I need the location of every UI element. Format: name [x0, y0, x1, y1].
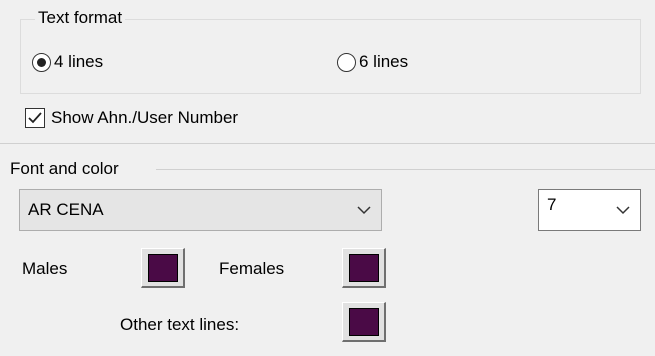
settings-panel: Text format 4 lines 6 lines Show Ahn./Us…: [0, 0, 655, 356]
checkmark-icon: [28, 112, 42, 124]
section-divider: [0, 143, 655, 144]
chevron-down-icon: [357, 206, 371, 215]
font-select[interactable]: AR CENA: [19, 189, 382, 231]
radio-4-lines-label: 4 lines: [54, 52, 104, 71]
font-select-value: AR CENA: [28, 200, 104, 219]
show-number-label: Show Ahn./User Number: [51, 108, 239, 127]
font-color-legend: Font and color: [10, 159, 119, 178]
text-format-legend: Text format: [35, 8, 126, 28]
males-color-swatch: [147, 253, 178, 282]
males-label: Males: [22, 259, 68, 278]
radio-4-lines[interactable]: 4 lines: [32, 52, 103, 72]
females-label: Females: [219, 259, 285, 278]
show-number-checkbox-box[interactable]: [25, 108, 45, 128]
font-color-legend-line: [156, 169, 655, 170]
other-text-label: Other text lines:: [120, 315, 240, 334]
females-color-button[interactable]: [342, 248, 386, 288]
females-color-swatch: [348, 253, 379, 282]
font-size-select[interactable]: 7: [538, 189, 641, 231]
radio-6-lines-label: 6 lines: [359, 52, 409, 71]
males-color-button[interactable]: [141, 248, 185, 288]
radio-6-lines-indicator[interactable]: [337, 52, 356, 72]
other-text-color-button[interactable]: [342, 302, 386, 342]
text-format-group: [20, 19, 641, 94]
radio-4-lines-indicator[interactable]: [32, 52, 51, 72]
radio-selected-dot: [37, 57, 46, 67]
radio-6-lines[interactable]: 6 lines: [337, 52, 408, 72]
font-size-value: 7: [547, 195, 557, 214]
show-number-checkbox[interactable]: Show Ahn./User Number: [25, 108, 238, 128]
chevron-down-icon: [616, 206, 630, 215]
other-text-color-swatch: [348, 307, 379, 336]
